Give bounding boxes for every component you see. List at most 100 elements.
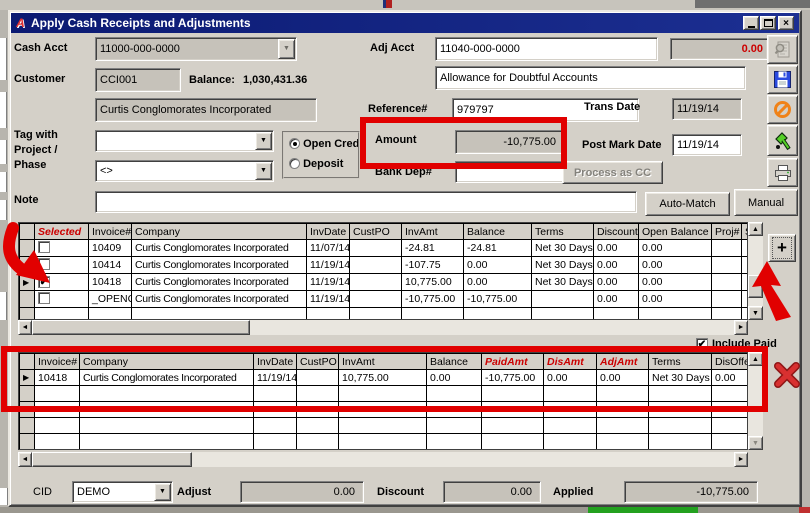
background-fragment [0, 200, 7, 220]
print-button[interactable] [767, 158, 798, 187]
minimize-button[interactable] [743, 16, 759, 30]
scroll-thumb[interactable] [32, 320, 250, 335]
background-fragment [588, 507, 698, 513]
invoice-table-wrap: Selected Invoice# Company InvDate CustPO… [18, 222, 748, 320]
hammer-icon [773, 131, 793, 151]
applied-hscrollbar[interactable]: ◄ ► [18, 452, 748, 467]
adj-amount-field: 0.00 [670, 38, 768, 60]
balance-label: Balance: [189, 74, 235, 86]
phase-combobox[interactable]: <> ▼ [95, 160, 274, 182]
save-button[interactable] [767, 65, 798, 94]
customer-label: Customer [14, 73, 65, 85]
adj-acct-label: Adj Acct [370, 42, 414, 54]
scroll-left-icon[interactable]: ◄ [18, 320, 32, 335]
table-row[interactable]: _OPENCR Curtis Conglomorates Incorporate… [20, 291, 748, 308]
adj-acct-name-field: Allowance for Doubtful Accounts [435, 66, 746, 90]
invoice-hscrollbar[interactable]: ◄ ► [18, 320, 748, 335]
project-combobox[interactable]: ▼ [95, 130, 274, 152]
cash-acct-combobox[interactable]: 11000-000-0000 ▼ [95, 37, 297, 61]
annotation-rect-applied-table [1, 346, 768, 412]
scroll-left-icon[interactable]: ◄ [18, 452, 32, 467]
adj-acct-field[interactable]: 11040-000-0000 [435, 37, 658, 61]
find-button[interactable] [767, 35, 798, 64]
cancel-button[interactable] [767, 95, 798, 124]
auto-match-button[interactable]: Auto-Match [645, 192, 730, 216]
table-row-selected[interactable]: ▶ ✔ 10418 Curtis Conglomorates Incorpora… [20, 274, 748, 291]
close-button[interactable]: × [778, 16, 794, 30]
table-row-empty [20, 308, 748, 321]
scroll-thumb[interactable] [32, 452, 192, 467]
chevron-down-icon[interactable]: ▼ [255, 132, 272, 150]
deposit-radio[interactable] [289, 158, 300, 169]
customer-name-field: Curtis Conglomorates Incorporated [95, 98, 317, 122]
col-terms: Terms [532, 224, 594, 240]
plus-icon: + [773, 238, 791, 258]
scroll-right-icon[interactable]: ► [734, 452, 748, 467]
background-fragment [0, 292, 7, 320]
screen: A Apply Cash Receipts and Adjustments × … [0, 0, 810, 513]
col-company: Company [132, 224, 307, 240]
open-credit-label: Open Credit [303, 138, 360, 150]
table-row-empty [20, 450, 748, 451]
col-invoice: Invoice# [89, 224, 132, 240]
trans-date-field: 11/19/14 [672, 98, 742, 120]
balance-value: 1,030,431.36 [243, 74, 307, 86]
title-bar[interactable]: A Apply Cash Receipts and Adjustments [11, 13, 799, 33]
note-field[interactable] [95, 191, 637, 213]
background-fragment [0, 38, 7, 80]
window-title: Apply Cash Receipts and Adjustments [31, 16, 251, 30]
trans-date-label: Trans Date [584, 101, 640, 113]
tag-with-label: Tag with Project / Phase [14, 128, 58, 173]
adjust-field: 0.00 [240, 481, 364, 503]
annotation-arrow-add [752, 260, 796, 322]
discount-field: 0.00 [443, 481, 541, 503]
col-balance: Balance [464, 224, 532, 240]
scroll-right-icon[interactable]: ► [734, 320, 748, 335]
process-as-cc-button[interactable]: Process as CC [562, 161, 663, 184]
void-button[interactable] [767, 125, 798, 156]
col-proj: Proj# [712, 224, 742, 240]
app-icon: A [14, 17, 27, 30]
customer-code-field[interactable]: CCI001 [95, 68, 181, 92]
save-floppy-icon [773, 70, 792, 89]
maximize-button[interactable] [760, 16, 776, 30]
cash-acct-label: Cash Acct [14, 42, 67, 54]
applied-label: Applied [553, 486, 593, 498]
add-row-button[interactable]: + [768, 234, 796, 262]
col-discount: Discount [594, 224, 639, 240]
row-checkbox[interactable] [38, 292, 50, 304]
minimize-icon [748, 26, 755, 28]
chevron-down-icon[interactable]: ▼ [255, 162, 272, 180]
chevron-down-icon[interactable]: ▼ [278, 39, 295, 59]
chevron-down-icon[interactable]: ▼ [154, 483, 171, 501]
background-fragment [0, 488, 8, 505]
scroll-up-icon[interactable]: ▲ [748, 222, 763, 236]
col-open-balance: Open Balance [639, 224, 712, 240]
background-fragment [799, 507, 810, 513]
scroll-down-icon[interactable]: ▼ [748, 436, 763, 450]
invoice-table: Selected Invoice# Company InvDate CustPO… [19, 223, 748, 320]
post-mark-date-field[interactable]: 11/19/14 [672, 134, 742, 156]
manual-button[interactable]: Manual [734, 189, 798, 216]
table-row-empty [20, 418, 748, 434]
open-credit-radio[interactable] [289, 138, 300, 149]
annotation-arrow-select [4, 226, 56, 288]
table-row[interactable]: 10409 Curtis Conglomorates Incorporated … [20, 240, 748, 257]
col-invamt: InvAmt [402, 224, 464, 240]
discount-label: Discount [377, 486, 424, 498]
cid-combobox[interactable]: DEMO ▼ [72, 481, 173, 503]
table-row[interactable]: 10414 Curtis Conglomorates Incorporated … [20, 257, 748, 274]
cid-label: CID [33, 486, 52, 498]
delete-row-button[interactable] [773, 361, 801, 389]
post-mark-date-label: Post Mark Date [582, 139, 661, 151]
annotation-rect-amount [360, 117, 567, 169]
find-document-icon [773, 40, 793, 60]
background-fragment [0, 140, 7, 164]
reference-label: Reference# [368, 103, 427, 115]
printer-icon [773, 163, 793, 183]
close-icon: × [783, 18, 789, 29]
deposit-label: Deposit [303, 158, 343, 170]
maximize-icon [764, 19, 773, 27]
background-fragment [0, 172, 7, 192]
col-custpo: CustPO [350, 224, 402, 240]
